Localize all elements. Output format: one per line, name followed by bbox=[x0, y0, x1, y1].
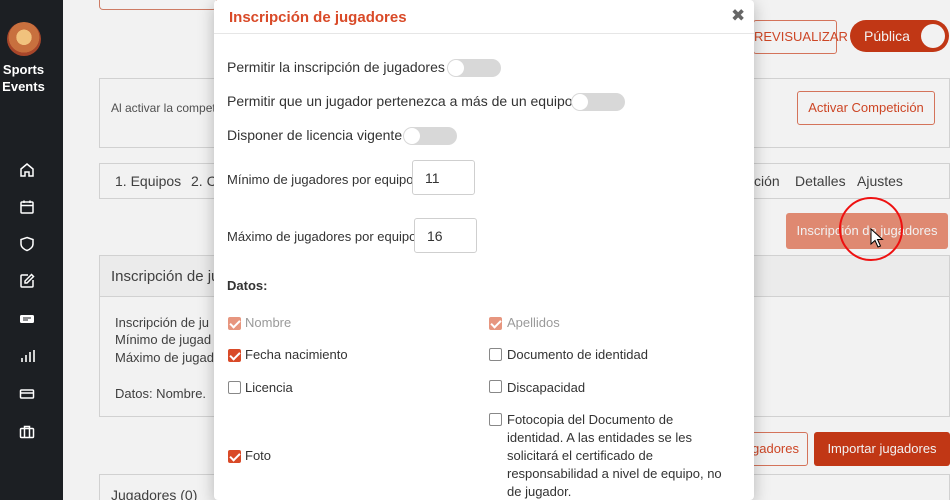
discapacidad-checkbox[interactable] bbox=[489, 380, 502, 393]
publica-toggle-knob bbox=[921, 24, 945, 48]
previsualizar-button[interactable]: REVISUALIZAR bbox=[753, 20, 848, 54]
tab-detalles[interactable]: Detalles bbox=[795, 173, 846, 189]
sports-events-logo[interactable] bbox=[7, 22, 41, 56]
home-icon[interactable] bbox=[19, 162, 35, 178]
tab-ajustes[interactable]: Ajustes bbox=[857, 173, 903, 189]
toggle-label-multi-equipo: Permitir que un jugador pertenezca a más… bbox=[227, 93, 573, 109]
licencia-vigente-switch[interactable] bbox=[403, 127, 457, 145]
briefcase-icon[interactable] bbox=[19, 424, 35, 440]
minimo-jugadores-input[interactable] bbox=[412, 160, 475, 195]
toggle-label-licencia-vigente: Disponer de licencia vigente bbox=[227, 127, 403, 143]
publica-toggle[interactable]: Pública bbox=[850, 20, 949, 52]
ins-line-inscripcion: Inscripción de ju bbox=[115, 315, 209, 330]
modal-header: Inscripción de jugadores ✖ bbox=[214, 0, 754, 34]
brand-line-1: Sports bbox=[2, 62, 45, 77]
toggle-label-permitir-inscripcion: Permitir la inscripción de jugadores bbox=[227, 59, 445, 75]
ticket-icon[interactable] bbox=[19, 311, 35, 327]
apellidos-label: Apellidos bbox=[507, 315, 560, 330]
permitir-inscripcion-switch[interactable] bbox=[447, 59, 501, 77]
fotocopia-documento-checkbox[interactable] bbox=[489, 413, 502, 426]
documento-identidad-checkbox[interactable] bbox=[489, 348, 502, 361]
switch-knob bbox=[572, 94, 588, 110]
switch-knob bbox=[404, 128, 420, 144]
minimo-jugadores-label: Mínimo de jugadores por equipo bbox=[227, 172, 414, 187]
importar-jugadores-button[interactable]: Importar jugadores bbox=[814, 432, 950, 466]
datos-heading: Datos: bbox=[227, 278, 268, 293]
fotocopia-documento-label: Fotocopia del Documento de identidad. A … bbox=[507, 412, 722, 499]
card-icon[interactable] bbox=[19, 386, 35, 402]
inscripcion-modal: Inscripción de jugadores ✖ Permitir la i… bbox=[214, 0, 754, 500]
fecha-nacimiento-checkbox[interactable] bbox=[228, 349, 241, 362]
ins-line-minimo: Mínimo de jugad bbox=[115, 332, 212, 347]
bar-chart-icon[interactable] bbox=[19, 348, 35, 364]
nombre-label: Nombre bbox=[245, 315, 292, 330]
ins-line-datos: Datos: Nombre. bbox=[115, 386, 207, 401]
tab-second[interactable]: 2. C bbox=[191, 173, 217, 189]
discapacidad-label: Discapacidad bbox=[507, 380, 586, 395]
documento-identidad-label: Documento de identidad bbox=[507, 347, 648, 362]
tab-equipos[interactable]: 1. Equipos bbox=[115, 173, 181, 189]
maximo-jugadores-input[interactable] bbox=[414, 218, 477, 253]
brand-name: Sports Events bbox=[0, 61, 47, 95]
mouse-cursor-icon bbox=[870, 228, 884, 248]
nombre-checkbox[interactable] bbox=[228, 317, 241, 330]
licencia-label: Licencia bbox=[245, 380, 293, 395]
licencia-checkbox[interactable] bbox=[228, 381, 241, 394]
foto-label: Foto bbox=[245, 448, 272, 463]
calendar-icon[interactable] bbox=[19, 199, 35, 215]
publica-label: Pública bbox=[864, 28, 910, 44]
ins-line-maximo: Máximo de jugad bbox=[115, 350, 214, 365]
activar-competicion-button[interactable]: Activar Competición bbox=[797, 91, 935, 125]
multi-equipo-switch[interactable] bbox=[571, 93, 625, 111]
top-partial-button[interactable] bbox=[99, 0, 217, 10]
foto-checkbox[interactable] bbox=[228, 450, 241, 463]
jugadores-title: Jugadores (0) bbox=[111, 487, 198, 500]
activation-text: Al activar la compet bbox=[111, 101, 216, 115]
modal-title: Inscripción de jugadores bbox=[229, 9, 407, 26]
sidebar: Sports Events bbox=[0, 0, 63, 500]
tab-inscripcion[interactable]: ción bbox=[754, 173, 780, 189]
fecha-nacimiento-label: Fecha nacimiento bbox=[245, 347, 348, 362]
brand-line-2: Events bbox=[2, 79, 45, 94]
maximo-jugadores-label: Máximo de jugadores por equipo bbox=[227, 229, 417, 244]
edit-icon[interactable] bbox=[19, 273, 35, 289]
close-icon[interactable]: ✖ bbox=[731, 6, 745, 26]
switch-knob bbox=[448, 60, 464, 76]
apellidos-checkbox[interactable] bbox=[489, 317, 502, 330]
shield-icon[interactable] bbox=[19, 236, 35, 252]
